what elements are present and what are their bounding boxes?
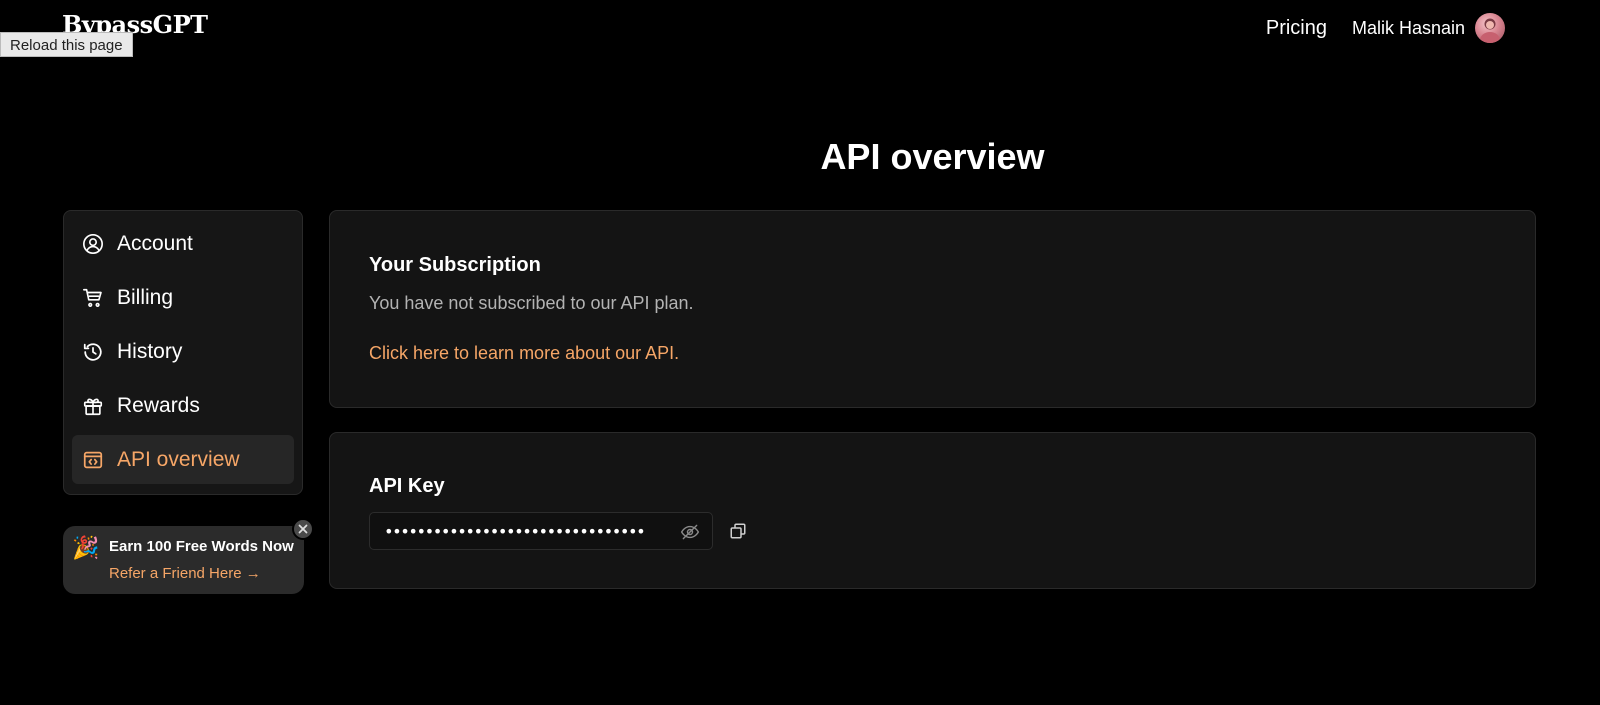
reload-tooltip: Reload this page — [0, 32, 133, 57]
sidebar-item-label: API overview — [117, 447, 240, 471]
copy-api-key-button[interactable] — [729, 522, 747, 540]
subscription-heading: Your Subscription — [369, 254, 541, 276]
sidebar-item-label: History — [117, 339, 183, 363]
referral-promo: 🎉 Earn 100 Free Words Now Refer a Friend… — [63, 518, 314, 594]
refer-friend-link[interactable]: Refer a Friend Here → — [109, 565, 261, 582]
close-icon — [298, 524, 308, 534]
toggle-visibility-button[interactable] — [680, 522, 700, 542]
sidebar-item-billing[interactable]: Billing — [72, 273, 294, 322]
history-icon — [81, 340, 105, 364]
api-key-masked-value: •••••••••••••••••••••••••••••••• — [384, 521, 646, 541]
gift-icon — [81, 394, 105, 418]
sidebar-item-rewards[interactable]: Rewards — [72, 381, 294, 430]
api-key-card: API Key •••••••••••••••••••••••••••••••• — [329, 432, 1536, 589]
learn-api-link[interactable]: Click here to learn more about our API. — [369, 343, 679, 364]
user-name[interactable]: Malik Hasnain — [1352, 18, 1465, 39]
eye-off-icon — [680, 524, 700, 540]
party-popper-icon: 🎉 — [72, 535, 100, 560]
subscription-status: You have not subscribed to our API plan. — [369, 293, 694, 313]
sidebar-item-label: Billing — [117, 285, 174, 309]
top-header: BypassGPT Reload this page Pricing Malik… — [0, 0, 1600, 60]
sidebar-item-api-overview[interactable]: API overview — [72, 435, 294, 484]
settings-sidebar: Account Billing History Rewards API over… — [63, 210, 303, 495]
page-title: API overview — [820, 136, 1045, 177]
code-window-icon — [81, 448, 105, 472]
promo-title: Earn 100 Free Words Now — [109, 538, 294, 555]
sidebar-item-account[interactable]: Account — [72, 219, 294, 268]
subscription-card: Your Subscription You have not subscribe… — [329, 210, 1536, 408]
user-circle-icon — [81, 232, 105, 256]
close-promo-button[interactable] — [292, 518, 314, 540]
sidebar-item-label: Account — [117, 231, 193, 255]
copy-icon — [730, 523, 746, 539]
sidebar-item-label: Rewards — [117, 393, 200, 417]
avatar[interactable] — [1475, 13, 1505, 43]
cart-icon — [81, 286, 105, 310]
sidebar-item-history[interactable]: History — [72, 327, 294, 376]
nav-pricing-link[interactable]: Pricing — [1266, 17, 1327, 40]
api-key-heading: API Key — [369, 475, 445, 497]
api-key-field[interactable]: •••••••••••••••••••••••••••••••• — [369, 512, 713, 550]
